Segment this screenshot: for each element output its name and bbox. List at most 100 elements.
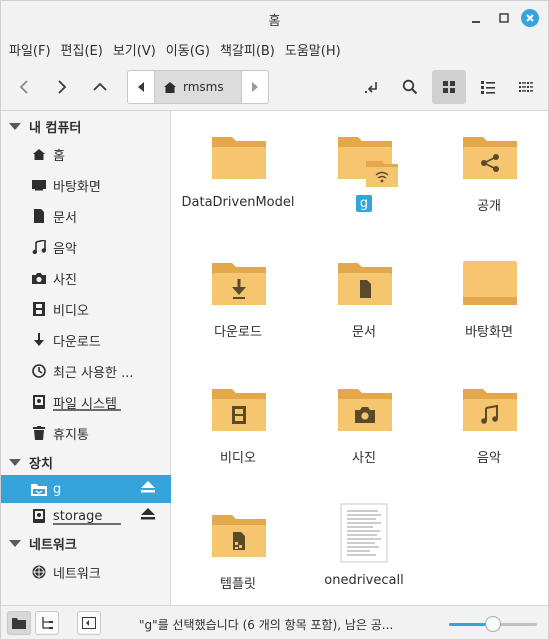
chevron-left-icon	[19, 80, 28, 94]
path-scroll-left[interactable]	[128, 71, 154, 103]
forward-button[interactable]	[45, 70, 79, 104]
sidebar-item-home[interactable]: 홈	[1, 140, 171, 168]
show-tree-button[interactable]	[35, 611, 59, 635]
status-text: "g"를 선택했습니다 (6 개의 항목 포함), 남은 공...	[139, 618, 394, 632]
path-crumb-label: rmsms	[183, 80, 224, 94]
close-button[interactable]	[521, 9, 539, 27]
sidebar-item-label: 음악	[53, 241, 77, 257]
path-crumb-home[interactable]: rmsms	[154, 71, 242, 103]
folder-icon	[463, 137, 517, 179]
triangle-right-icon	[252, 82, 258, 92]
file-item-desktop[interactable]: 바탕화면	[427, 237, 549, 357]
sidebar-item-recent[interactable]: 최근 사용한 ...	[1, 357, 171, 385]
close-icon	[526, 14, 534, 22]
list-view-button[interactable]	[471, 70, 505, 104]
folder-icon	[338, 263, 392, 305]
sidebar-item-filesystem[interactable]: 파일 시스템	[1, 388, 171, 416]
section-label: 내 컴퓨터	[29, 120, 82, 136]
title-bar: 홈	[1, 1, 548, 35]
folder-icon	[463, 389, 517, 431]
search-icon	[402, 79, 418, 95]
menu-help[interactable]: 도움말(H)	[285, 40, 341, 59]
file-item-onedrivecall[interactable]: onedrivecall	[302, 489, 426, 609]
folder-icon	[212, 389, 266, 431]
location-entry-icon	[365, 82, 377, 93]
status-bar: "g"를 선택했습니다 (6 개의 항목 포함), 남은 공...	[1, 605, 548, 639]
camera-icon	[31, 270, 47, 286]
film-icon	[31, 301, 47, 317]
home-icon	[31, 146, 47, 162]
menu-view[interactable]: 보기(V)	[113, 40, 156, 59]
file-item-downloads[interactable]: 다운로드	[176, 237, 300, 357]
sidebar-item-downloads[interactable]: 다운로드	[1, 326, 171, 354]
clock-icon	[31, 363, 47, 379]
folder-icon	[212, 263, 266, 305]
menu-edit[interactable]: 편집(E)	[61, 40, 103, 59]
folder-icon	[338, 137, 398, 187]
maximize-icon	[499, 13, 509, 23]
file-item-pictures[interactable]: 사진	[302, 363, 426, 483]
sidebar-item-g[interactable]: g	[1, 475, 171, 503]
sidebar-item-network[interactable]: 네트워크	[1, 558, 171, 586]
path-bar: rmsms	[127, 70, 269, 104]
zoom-slider[interactable]	[449, 616, 537, 632]
sidebar-item-label: 네트워크	[53, 566, 101, 582]
eject-icon[interactable]	[141, 508, 155, 524]
sidebar-item-storage[interactable]: storage	[1, 502, 171, 530]
sidebar-item-label: 다운로드	[53, 334, 101, 350]
path-scroll-right[interactable]	[242, 71, 268, 103]
file-label: 템플릿	[220, 577, 256, 592]
menu-bookmarks[interactable]: 책갈피(B)	[220, 40, 275, 59]
sidebar-item-label: g	[53, 481, 62, 497]
home-icon	[164, 81, 176, 93]
desktop-icon	[31, 177, 47, 193]
sidebar-item-label: 문서	[53, 210, 77, 226]
toggle-location-button[interactable]	[355, 70, 389, 104]
file-item-datadrivenmodel[interactable]: DataDrivenModel	[176, 111, 300, 231]
file-item-templates[interactable]: 템플릿	[176, 489, 300, 609]
file-item-documents[interactable]: 문서	[302, 237, 426, 357]
sidebar-item-label: 휴지통	[53, 427, 89, 443]
file-item-music[interactable]: 음악	[427, 363, 549, 483]
desktop-folder-icon	[463, 261, 517, 305]
up-button[interactable]	[83, 70, 117, 104]
menu-file[interactable]: 파일(F)	[9, 40, 51, 59]
minimize-button[interactable]	[467, 9, 485, 27]
icon-view-button[interactable]	[432, 70, 466, 104]
menu-go[interactable]: 이동(G)	[166, 40, 210, 59]
drive-icon	[31, 508, 47, 524]
menu-bar: 파일(F) 편집(E) 보기(V) 이동(G) 책갈피(B) 도움말(H)	[1, 35, 548, 63]
file-label: 음악	[477, 451, 501, 466]
chevron-right-icon	[58, 80, 67, 94]
sidebar-item-label: 비디오	[53, 303, 89, 319]
network-icon	[31, 564, 47, 580]
back-button[interactable]	[7, 70, 41, 104]
search-button[interactable]	[393, 70, 427, 104]
expand-triangle-icon	[9, 458, 21, 466]
eject-icon[interactable]	[141, 481, 155, 497]
window-title: 홈	[268, 14, 281, 29]
sidebar-section-network[interactable]: 네트워크	[1, 530, 171, 556]
sidebar-item-trash[interactable]: 휴지통	[1, 419, 171, 447]
show-places-button[interactable]	[7, 611, 31, 635]
zoom-slider-handle[interactable]	[485, 616, 501, 632]
file-item-public[interactable]: 공개	[427, 111, 549, 231]
file-item-g[interactable]: g	[302, 111, 426, 231]
download-icon	[31, 332, 47, 348]
sidebar-item-desktop[interactable]: 바탕화면	[1, 171, 171, 199]
sidebar-item-label: storage	[53, 508, 103, 524]
sidebar-section-computer[interactable]: 내 컴퓨터	[1, 113, 171, 139]
sidebar-item-videos[interactable]: 비디오	[1, 295, 171, 323]
sidebar-item-music[interactable]: 음악	[1, 233, 171, 261]
compact-view-button[interactable]	[509, 70, 543, 104]
drive-icon	[31, 394, 47, 410]
sidebar-item-pictures[interactable]: 사진	[1, 264, 171, 292]
hide-sidebar-button[interactable]	[77, 611, 101, 635]
template-icon	[233, 532, 245, 550]
sidebar-item-documents[interactable]: 문서	[1, 202, 171, 230]
grid-icon	[443, 81, 455, 93]
sidebar-section-devices[interactable]: 장치	[1, 449, 171, 475]
maximize-button[interactable]	[495, 9, 513, 27]
section-label: 장치	[29, 456, 53, 472]
file-item-videos[interactable]: 비디오	[176, 363, 300, 483]
